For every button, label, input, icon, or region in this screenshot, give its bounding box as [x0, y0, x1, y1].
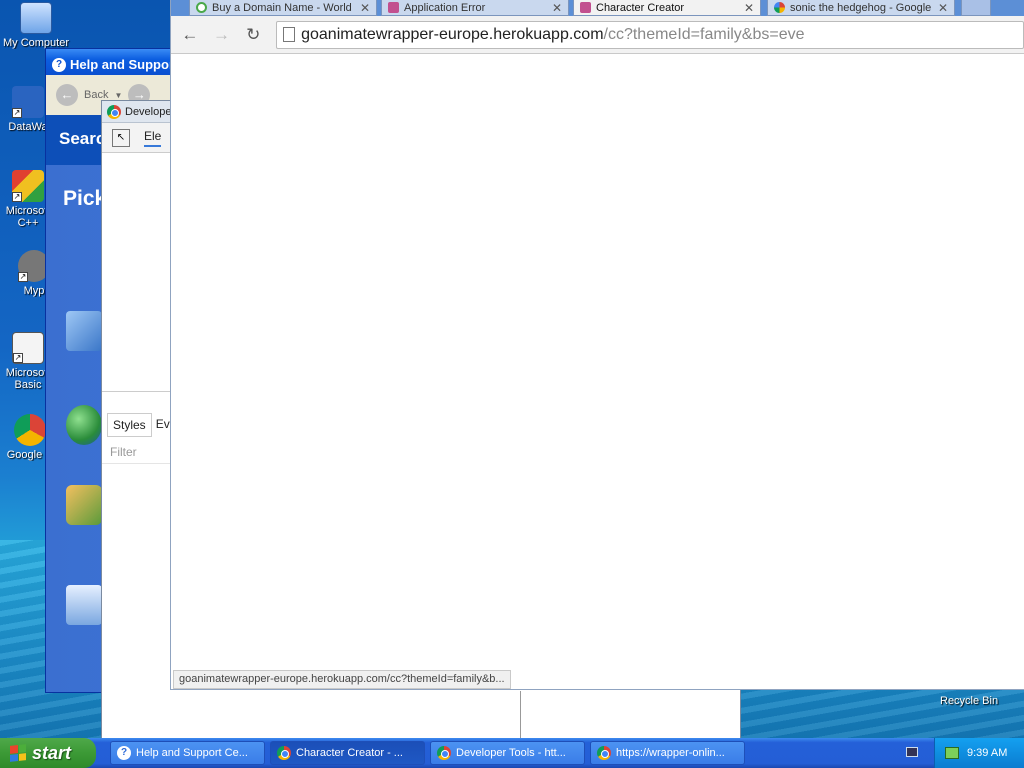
- visual-cpp-icon: ↗: [12, 170, 44, 202]
- taskbar-button-wrapper[interactable]: https://wrapper-onlin...: [590, 741, 745, 765]
- chrome-icon: [437, 746, 451, 760]
- help-search-label: Searc: [59, 129, 106, 148]
- clock[interactable]: 9:39 AM: [967, 747, 1007, 759]
- chrome-icon: [277, 746, 291, 760]
- inspect-element-icon[interactable]: ↖: [112, 128, 130, 147]
- globe-icon[interactable]: [66, 405, 102, 445]
- chrome-icon: [14, 414, 46, 446]
- url-path: /cc?themeId=family&bs=eve: [603, 25, 805, 43]
- recycle-bin[interactable]: Recycle Bin: [940, 695, 998, 707]
- new-tab-button[interactable]: [961, 0, 991, 16]
- windows-logo-icon: [10, 744, 26, 762]
- close-icon[interactable]: ✕: [938, 1, 948, 15]
- keyboard-icon[interactable]: [906, 747, 918, 757]
- status-bubble: goanimatewrapper-europe.herokuapp.com/cc…: [173, 670, 511, 689]
- chrome-icon: [107, 104, 121, 119]
- reload-icon[interactable]: ↻: [244, 25, 262, 45]
- forward-arrow-icon[interactable]: →: [213, 25, 231, 45]
- system-tray: 9:39 AM: [934, 738, 1024, 768]
- taskbar-button-character-creator[interactable]: Character Creator - ...: [270, 741, 425, 765]
- tools-icon[interactable]: [66, 485, 102, 525]
- browser-tab[interactable]: Buy a Domain Name - World ✕: [189, 0, 377, 16]
- help-window-title: Help and Suppor: [70, 57, 174, 72]
- browser-tab[interactable]: sonic the hedgehog - Google ✕: [767, 0, 955, 16]
- help-icon: ?: [52, 57, 66, 72]
- desktop-icon-my-computer[interactable]: My Computer: [0, 2, 72, 49]
- tab-styles[interactable]: Styles: [107, 413, 152, 437]
- browser-tabstrip: Buy a Domain Name - World ✕ Application …: [171, 0, 1024, 16]
- google-icon: [774, 2, 785, 13]
- tab-title: sonic the hedgehog - Google: [790, 1, 932, 14]
- taskbar: start ? Help and Support Ce... Character…: [0, 738, 1024, 768]
- taskbar-button-devtools[interactable]: Developer Tools - htt...: [430, 741, 585, 765]
- styles-filter-input[interactable]: Filter: [110, 445, 137, 459]
- devtools-title: Develope: [125, 105, 172, 118]
- help-icon: ?: [117, 746, 131, 760]
- address-bar[interactable]: goanimatewrapper-europe.herokuapp.com /c…: [276, 20, 1024, 49]
- taskbar-button-help[interactable]: ? Help and Support Ce...: [110, 741, 265, 765]
- taskbar-button-label: https://wrapper-onlin...: [616, 747, 725, 759]
- close-icon[interactable]: ✕: [360, 1, 370, 15]
- url-host: goanimatewrapper-europe.herokuapp.com: [301, 25, 604, 43]
- taskbar-button-label: Help and Support Ce...: [136, 747, 248, 759]
- page-icon: [283, 27, 296, 42]
- puzzle-icon: [388, 2, 399, 13]
- help-pick-heading: Pick: [63, 187, 107, 210]
- computer-help-icon[interactable]: [66, 585, 102, 625]
- browser-tab-active[interactable]: Character Creator ✕: [573, 0, 761, 16]
- computer-icon: [20, 2, 52, 34]
- user-computer-icon[interactable]: [66, 311, 102, 351]
- visual-basic-icon: ↗: [12, 332, 44, 364]
- datawa-icon: ↗: [12, 86, 44, 118]
- taskbar-button-label: Developer Tools - htt...: [456, 747, 566, 759]
- puzzle-icon: [580, 2, 591, 13]
- tab-title: Character Creator: [596, 1, 685, 14]
- start-button[interactable]: start: [0, 738, 96, 768]
- browser-toolbar: ← → ↻ goanimatewrapper-europe.herokuapp.…: [171, 16, 1024, 54]
- close-icon[interactable]: ✕: [744, 1, 754, 15]
- help-window-titlebar[interactable]: ? Help and Suppor: [46, 49, 184, 75]
- back-arrow-icon[interactable]: ←: [181, 25, 199, 45]
- dropdown-arrow-icon[interactable]: ▼: [114, 91, 122, 100]
- taskbar-button-label: Character Creator - ...: [296, 747, 403, 759]
- browser-window[interactable]: Buy a Domain Name - World ✕ Application …: [170, 0, 1024, 690]
- back-arrow-icon[interactable]: ←: [56, 84, 78, 106]
- tab-title: Buy a Domain Name - World: [212, 1, 352, 14]
- chrome-icon: [597, 746, 611, 760]
- start-label: start: [32, 742, 72, 763]
- browser-tab[interactable]: Application Error ✕: [381, 0, 569, 16]
- tab-elements[interactable]: Ele: [144, 129, 162, 147]
- domain-icon: [196, 2, 207, 13]
- network-icon[interactable]: [945, 747, 959, 759]
- close-icon[interactable]: ✕: [552, 1, 562, 15]
- devtools-split-divider[interactable]: [520, 691, 521, 739]
- tab-title: Application Error: [404, 1, 486, 14]
- page-content: [171, 54, 1024, 689]
